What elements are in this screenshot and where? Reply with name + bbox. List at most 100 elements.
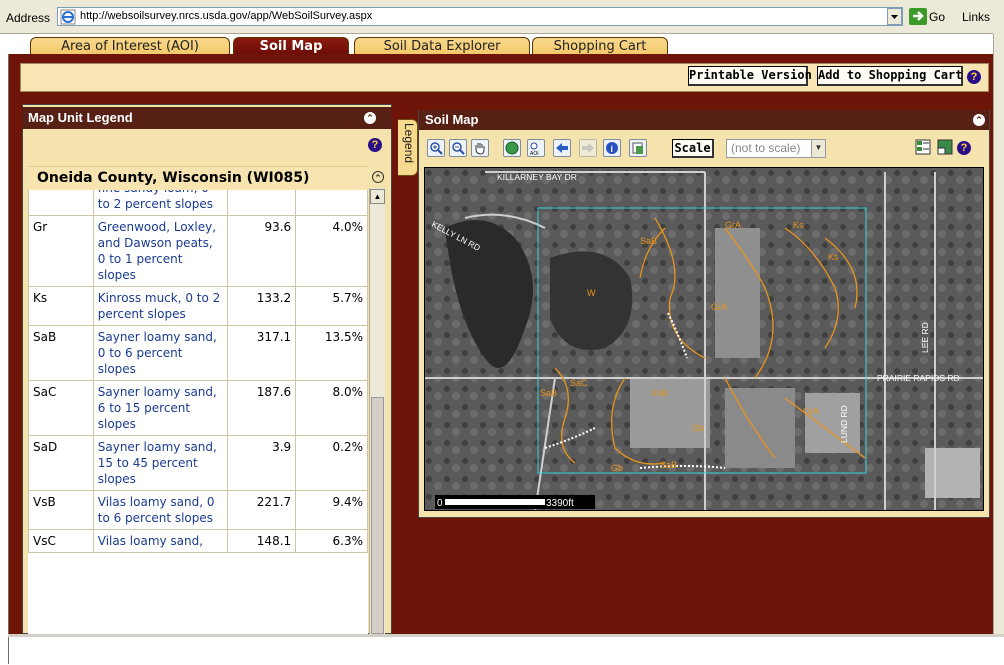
tab-bar: Area of Interest (AOI) Soil Map Soil Dat… (8, 34, 993, 56)
overview-map-icon[interactable] (936, 138, 954, 156)
address-label: Address (6, 11, 51, 25)
field (925, 448, 980, 498)
table-row: Gr Greenwood, Loxley, and Dawson peats, 0… (28, 215, 368, 287)
svg-text:AOI: AOI (530, 151, 539, 156)
table-row: SaB Sayner loamy sand, 0 to 6 percent slo… (28, 325, 368, 381)
collapse-icon[interactable]: ⌃ (364, 112, 376, 124)
field (805, 393, 860, 453)
road-label: LUND RD (839, 405, 849, 443)
map-unit-symbol: Fr (28, 188, 94, 216)
map-unit-symbol: VsC (28, 529, 94, 553)
toolbar-scroll (993, 0, 1004, 34)
panel-title: Map Unit Legend (22, 107, 392, 129)
table-row: Ks Kinross muck, 0 to 2 percent slopes 133… (28, 286, 368, 326)
percent-of-aoi: 8.0% (295, 380, 368, 436)
chevron-down-icon[interactable]: ▼ (811, 140, 825, 157)
clear-selection-icon[interactable] (629, 139, 647, 157)
links-label[interactable]: Links (962, 10, 990, 24)
help-icon[interactable]: ? (368, 138, 382, 152)
help-icon[interactable]: ? (957, 141, 971, 155)
scale-button[interactable]: Scale (672, 139, 714, 158)
soil-unit-label: Ks (793, 220, 804, 230)
identify-info-icon[interactable]: i (603, 139, 621, 157)
soil-unit-label: SaB (640, 236, 657, 246)
field (725, 388, 795, 468)
zoom-out-icon[interactable] (449, 139, 467, 157)
frame-border (8, 54, 9, 664)
acres-in-aoi: 93.6 (227, 215, 297, 287)
printable-version-button[interactable]: Printable Version (688, 66, 812, 86)
collapse-icon[interactable]: ⌃ (372, 171, 384, 183)
soil-unit-label: SaB (540, 388, 557, 398)
soil-unit-label: GrA (711, 302, 727, 312)
map-unit-name-link[interactable]: Sayner loamy sand, 0 to 6 percent slopes (92, 325, 229, 381)
collapse-icon[interactable]: ⌃ (973, 114, 985, 126)
map-unit-name-link[interactable]: Sayner loamy sand, 15 to 45 percent slop… (92, 435, 229, 491)
county-title: Oneida County, Wisconsin (WI085) (37, 170, 310, 186)
map-canvas[interactable]: 0 3390ft KILLARNEY BAY DRKELLY LN RDLEE … (425, 168, 984, 511)
full-extent-globe-icon[interactable] (503, 139, 521, 157)
acres-in-aoi: 187.6 (227, 380, 297, 436)
soil-unit-label: GrA (803, 406, 819, 416)
map-unit-name-link[interactable]: Vilas loamy sand, 0 to 6 percent slopes (92, 490, 229, 530)
ie-page-icon (60, 9, 76, 25)
map-unit-symbol: Ks (28, 286, 94, 326)
next-view-icon[interactable] (579, 139, 597, 157)
panel-title: Soil Map (419, 110, 989, 130)
pan-hand-icon[interactable] (471, 139, 489, 157)
percent-of-aoi: 0.2% (295, 435, 368, 491)
address-url[interactable]: http://websoilsurvey.nrcs.usda.gov/app/W… (80, 10, 372, 22)
map-unit-symbol: SaC (28, 380, 94, 436)
acres-in-aoi: 3.9 (227, 435, 297, 491)
percent-of-aoi: 6.3% (295, 529, 368, 553)
go-label[interactable]: Go (929, 10, 945, 24)
acres-in-aoi: 148.1 (227, 529, 297, 553)
lake (550, 251, 633, 350)
acres-in-aoi: 317.1 (227, 325, 297, 381)
svg-text:i: i (611, 144, 614, 154)
road-label: PRAIRIE RAPIDS RD (877, 373, 960, 383)
field (630, 378, 710, 448)
zoom-to-aoi-icon[interactable]: AOI (527, 139, 545, 157)
go-button[interactable] (909, 8, 927, 25)
map-unit-symbol: SaD (28, 435, 94, 491)
legend-table: FrFordum mucky very fine sandy loam, 0 t… (28, 188, 368, 634)
acres-in-aoi: 221.7 (227, 490, 297, 530)
map-unit-symbol: Gr (28, 215, 94, 287)
map-unit-symbol: SaB (28, 325, 94, 381)
scroll-up-icon[interactable]: ▲ (370, 189, 385, 204)
previous-view-icon[interactable] (553, 139, 571, 157)
address-dropdown-button[interactable] (887, 8, 902, 25)
percent-of-aoi: 5.7% (295, 286, 368, 326)
layers-icon[interactable] (914, 138, 932, 156)
map-unit-name-link[interactable]: Sayner loamy sand, 6 to 15 percent slope… (92, 380, 229, 436)
map-unit-name-link[interactable]: Vilas loamy sand, (92, 529, 229, 553)
table-row: SaC Sayner loamy sand, 6 to 15 percent sl… (28, 380, 368, 436)
soil-unit-label: W (587, 288, 596, 298)
road-label: KILLARNEY BAY DR (497, 172, 577, 182)
add-to-shopping-cart-button[interactable]: Add to Shopping Cart (817, 66, 963, 86)
soil-unit-label: VsB (651, 388, 668, 398)
soil-unit-label: Gb (692, 423, 704, 433)
field (715, 228, 760, 358)
scale-bar-end: 3390ft (546, 498, 574, 509)
page-scrollbar[interactable] (993, 34, 1004, 634)
scale-bar-start: 0 (437, 498, 443, 509)
table-row: FrFordum mucky very fine sandy loam, 0 t… (28, 188, 368, 216)
soil-unit-label: GrA (725, 220, 741, 230)
map-unit-name-link[interactable]: Fordum mucky very fine sandy loam, 0 to … (92, 188, 229, 216)
page-bottom-edge (8, 634, 1004, 637)
percent-of-aoi: 13.5% (295, 325, 368, 381)
percent-of-aoi: 4.0% (295, 215, 368, 287)
soil-map-image[interactable]: 0 3390ft KILLARNEY BAY DR KELLY LN RD LEE … (424, 167, 984, 511)
scale-bar-fill (445, 499, 545, 505)
legend-side-tab-label[interactable]: Legend (402, 123, 416, 163)
map-unit-name-link[interactable]: Greenwood, Loxley, and Dawson peats, 0 t… (92, 215, 229, 287)
zoom-in-icon[interactable] (427, 139, 445, 157)
scroll-thumb[interactable] (371, 397, 384, 634)
help-icon[interactable]: ? (967, 70, 981, 84)
map-unit-symbol: VsB (28, 490, 94, 530)
table-row: VsC Vilas loamy sand, 148.1 6.3% (28, 529, 368, 553)
percent-of-aoi: 9.4% (295, 490, 368, 530)
map-unit-name-link[interactable]: Kinross muck, 0 to 2 percent slopes (92, 286, 229, 326)
